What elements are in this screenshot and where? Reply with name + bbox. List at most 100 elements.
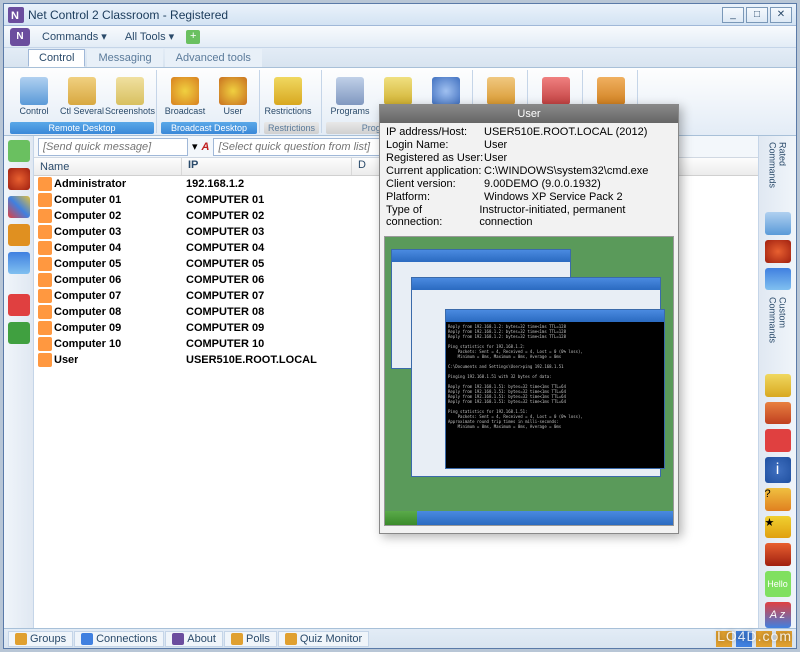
row-ip: USER510E.ROOT.LOCAL bbox=[182, 354, 352, 366]
row-ip: COMPUTER 01 bbox=[182, 194, 352, 206]
keys-icon[interactable] bbox=[765, 374, 791, 397]
az-button[interactable]: A z bbox=[765, 602, 791, 628]
col-ip[interactable]: IP bbox=[182, 158, 352, 175]
screen-thumbnail[interactable]: Reply from 192.168.1.2: bytes=32 time<1m… bbox=[384, 236, 674, 526]
no-entry-icon[interactable] bbox=[765, 429, 791, 452]
monitor-icon[interactable] bbox=[765, 212, 791, 235]
tab-control[interactable]: Control bbox=[28, 49, 85, 67]
main-tabs: Control Messaging Advanced tools bbox=[4, 48, 796, 68]
sort-az-icon[interactable] bbox=[8, 252, 30, 274]
row-name: Administrator bbox=[54, 178, 126, 190]
info-label: Platform: bbox=[386, 191, 484, 203]
app-window-icon[interactable] bbox=[765, 268, 791, 291]
group-remote-desktop: Remote Desktop bbox=[10, 122, 154, 134]
info-value: Windows XP Service Pack 2 bbox=[484, 191, 623, 203]
row-ip: COMPUTER 09 bbox=[182, 322, 352, 334]
quick-question-input[interactable] bbox=[213, 138, 403, 156]
app-icon: N bbox=[8, 7, 24, 23]
computer-icon bbox=[38, 225, 52, 239]
camera-icon bbox=[116, 77, 144, 105]
question-icon[interactable]: ? bbox=[765, 488, 791, 511]
computer-icon bbox=[38, 305, 52, 319]
signal-icon[interactable] bbox=[8, 168, 30, 190]
btn-screenshots[interactable]: Screenshots bbox=[106, 70, 154, 122]
row-ip: 192.168.1.2 bbox=[182, 178, 352, 190]
quick-message-input[interactable] bbox=[38, 138, 188, 156]
info-value: User bbox=[484, 152, 507, 164]
btn-restrictions[interactable]: Restrictions bbox=[264, 70, 312, 122]
tab-messaging[interactable]: Messaging bbox=[87, 49, 162, 67]
pencil-icon[interactable] bbox=[765, 402, 791, 425]
info-row: Registered as User:User bbox=[386, 152, 672, 164]
flag-green-icon[interactable] bbox=[8, 322, 30, 344]
tab-about[interactable]: About bbox=[165, 631, 223, 647]
info-icon[interactable]: i bbox=[765, 457, 791, 483]
row-ip: COMPUTER 10 bbox=[182, 338, 352, 350]
user-broadcast-icon bbox=[219, 77, 247, 105]
titlebar: N Net Control 2 Classroom - Registered _… bbox=[4, 4, 796, 26]
computer-icon bbox=[38, 257, 52, 271]
svg-text:N: N bbox=[11, 10, 19, 22]
close-button[interactable]: ✕ bbox=[770, 7, 792, 23]
font-toggle[interactable]: A bbox=[202, 141, 210, 153]
signal-icon[interactable] bbox=[765, 240, 791, 263]
grid-icon[interactable] bbox=[8, 196, 30, 218]
info-label: Type of connection: bbox=[386, 204, 479, 228]
info-row: Client version:9.00DEMO (9.0.0.1932) bbox=[386, 178, 672, 190]
monitor-icon bbox=[20, 77, 48, 105]
menu-alltools[interactable]: All Tools ▾ bbox=[119, 28, 180, 45]
tab-connections[interactable]: Connections bbox=[74, 631, 164, 647]
message-icon[interactable] bbox=[765, 543, 791, 566]
row-ip: COMPUTER 07 bbox=[182, 290, 352, 302]
computer-icon bbox=[38, 353, 52, 367]
row-name: Computer 08 bbox=[54, 306, 121, 318]
left-toolbox bbox=[4, 136, 34, 628]
tab-advanced[interactable]: Advanced tools bbox=[165, 49, 262, 67]
btn-broadcast[interactable]: Broadcast bbox=[161, 70, 209, 122]
maximize-button[interactable]: □ bbox=[746, 7, 768, 23]
btn-user[interactable]: User bbox=[209, 70, 257, 122]
row-name: Computer 09 bbox=[54, 322, 121, 334]
computer-icon bbox=[38, 193, 52, 207]
menubar: N Commands ▾ All Tools ▾ + bbox=[4, 26, 796, 48]
info-label: Login Name: bbox=[386, 139, 484, 151]
folder-arrow-icon bbox=[487, 77, 515, 105]
lightning-icon bbox=[597, 77, 625, 105]
menu-commands[interactable]: Commands ▾ bbox=[36, 28, 113, 45]
refresh-icon[interactable] bbox=[8, 140, 30, 162]
row-name: User bbox=[54, 354, 78, 366]
info-row: Platform:Windows XP Service Pack 2 bbox=[386, 191, 672, 203]
cmd-output: Reply from 192.168.1.2: bytes=32 time<1m… bbox=[446, 322, 664, 468]
login-icon bbox=[384, 77, 412, 105]
star-icon[interactable]: ★ bbox=[765, 516, 791, 539]
info-value: Instructor-initiated, permanent connecti… bbox=[479, 204, 672, 228]
quiz-icon bbox=[285, 633, 297, 645]
tab-groups[interactable]: Groups bbox=[8, 631, 73, 647]
btn-programs[interactable]: Programs bbox=[326, 70, 374, 122]
row-name: Computer 10 bbox=[54, 338, 121, 350]
info-row: Type of connection:Instructor-initiated,… bbox=[386, 204, 672, 228]
dropdown-icon[interactable]: ▾ bbox=[192, 140, 198, 153]
btn-ctlseveral[interactable]: Ctl Several bbox=[58, 70, 106, 122]
lock-icon[interactable] bbox=[8, 224, 30, 246]
col-name[interactable]: Name bbox=[34, 158, 182, 175]
info-label: Client version: bbox=[386, 178, 484, 190]
tab-polls[interactable]: Polls bbox=[224, 631, 277, 647]
tab-quiz[interactable]: Quiz Monitor bbox=[278, 631, 369, 647]
row-ip: COMPUTER 04 bbox=[182, 242, 352, 254]
info-row: Current application:C:\WINDOWS\system32\… bbox=[386, 165, 672, 177]
row-name: Computer 05 bbox=[54, 258, 121, 270]
info-value: 9.00DEMO (9.0.0.1932) bbox=[484, 178, 601, 190]
hello-button[interactable]: Hello bbox=[765, 571, 791, 597]
right-toolbox: Rated Commands Custom Commands i ? ★ Hel… bbox=[758, 136, 796, 628]
row-name: Computer 01 bbox=[54, 194, 121, 206]
flag-red-icon[interactable] bbox=[8, 294, 30, 316]
row-ip: COMPUTER 06 bbox=[182, 274, 352, 286]
info-label: IP address/Host: bbox=[386, 126, 484, 138]
groups-icon bbox=[15, 633, 27, 645]
row-name: Computer 04 bbox=[54, 242, 121, 254]
add-button[interactable]: + bbox=[186, 30, 200, 44]
polls-icon bbox=[231, 633, 243, 645]
btn-control[interactable]: Control bbox=[10, 70, 58, 122]
minimize-button[interactable]: _ bbox=[722, 7, 744, 23]
